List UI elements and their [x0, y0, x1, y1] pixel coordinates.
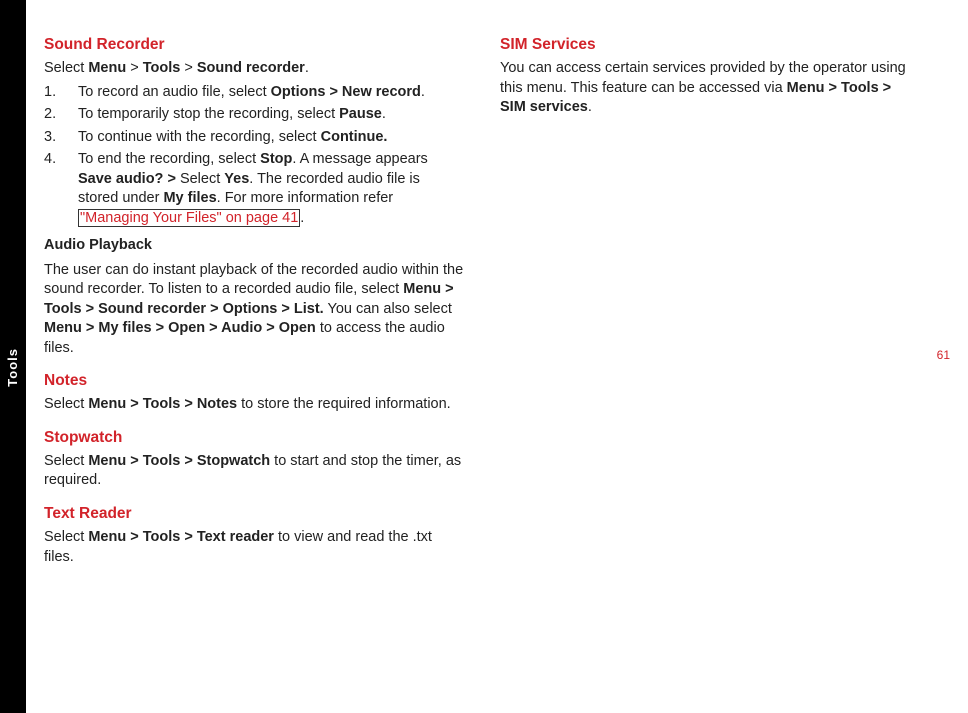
- text: To end the recording, select: [78, 151, 260, 167]
- text: To record an audio file, select: [78, 84, 271, 100]
- sound-recorder-title: Sound Recorder: [44, 36, 464, 54]
- text: Select: [44, 396, 88, 412]
- bold: Options > New record: [271, 84, 421, 100]
- bold: Sound recorder: [197, 60, 305, 76]
- bold: Menu > Tools > Notes: [88, 396, 237, 412]
- stopwatch-text: Select Menu > Tools > Stopwatch to start…: [44, 452, 464, 491]
- notes-section: Notes Select Menu > Tools > Notes to sto…: [44, 372, 464, 415]
- bold: Menu > My files > Open > Audio > Open: [44, 320, 316, 336]
- text: .: [382, 106, 386, 122]
- text: Select: [44, 529, 88, 545]
- list-item: To record an audio file, select Options …: [44, 83, 464, 103]
- list-item: To end the recording, select Stop. A mes…: [44, 150, 464, 228]
- bold: Pause: [339, 106, 382, 122]
- side-tab-label: Tools: [5, 348, 21, 387]
- left-column: Sound Recorder Select Menu > Tools > Sou…: [44, 36, 464, 693]
- text: . For more information refer: [217, 190, 393, 206]
- sound-recorder-steps: To record an audio file, select Options …: [44, 83, 464, 229]
- notes-title: Notes: [44, 372, 464, 390]
- text: >: [126, 60, 143, 76]
- text-reader-title: Text Reader: [44, 505, 464, 523]
- bold: Tools: [143, 60, 181, 76]
- stopwatch-section: Stopwatch Select Menu > Tools > Stopwatc…: [44, 429, 464, 491]
- bold: Menu > Tools > Stopwatch: [88, 453, 270, 469]
- sound-recorder-intro: Select Menu > Tools > Sound recorder.: [44, 59, 464, 79]
- text: to store the required information.: [237, 396, 451, 412]
- sim-services-title: SIM Services: [500, 36, 920, 54]
- bold: My files: [163, 190, 216, 206]
- text: .: [300, 210, 304, 226]
- notes-text: Select Menu > Tools > Notes to store the…: [44, 395, 464, 415]
- audio-playback-heading: Audio Playback: [44, 237, 464, 253]
- bold: Save audio? >: [78, 171, 176, 187]
- text: . A message appears: [292, 151, 427, 167]
- audio-playback-text: The user can do instant playback of the …: [44, 261, 464, 359]
- cross-reference-link[interactable]: "Managing Your Files" on page 41: [78, 209, 300, 227]
- right-column: SIM Services You can access certain serv…: [500, 36, 920, 693]
- list-item: To temporarily stop the recording, selec…: [44, 105, 464, 125]
- stopwatch-title: Stopwatch: [44, 429, 464, 447]
- sim-services-text: You can access certain services provided…: [500, 59, 920, 118]
- content-area: Sound Recorder Select Menu > Tools > Sou…: [26, 0, 968, 713]
- bold: Continue.: [321, 129, 388, 145]
- text-reader-section: Text Reader Select Menu > Tools > Text r…: [44, 505, 464, 567]
- text: To temporarily stop the recording, selec…: [78, 106, 339, 122]
- text: .: [305, 60, 309, 76]
- sim-services-section: SIM Services You can access certain serv…: [500, 36, 920, 118]
- text: You can also select: [324, 301, 452, 317]
- bold: Stop: [260, 151, 292, 167]
- text: Select: [44, 453, 88, 469]
- text: .: [588, 99, 592, 115]
- sound-recorder-section: Sound Recorder Select Menu > Tools > Sou…: [44, 36, 464, 358]
- text: >: [180, 60, 197, 76]
- page-number: 61: [937, 348, 950, 362]
- text: Select: [176, 171, 224, 187]
- bold: Yes: [224, 171, 249, 187]
- text-reader-text: Select Menu > Tools > Text reader to vie…: [44, 528, 464, 567]
- text: The user can do instant playback of the …: [44, 262, 463, 298]
- bold: Menu: [88, 60, 126, 76]
- side-tab: Tools: [0, 0, 26, 713]
- text: Select: [44, 60, 88, 76]
- list-item: To continue with the recording, select C…: [44, 128, 464, 148]
- text: .: [421, 84, 425, 100]
- text: To continue with the recording, select: [78, 129, 321, 145]
- bold: Menu > Tools > Text reader: [88, 529, 274, 545]
